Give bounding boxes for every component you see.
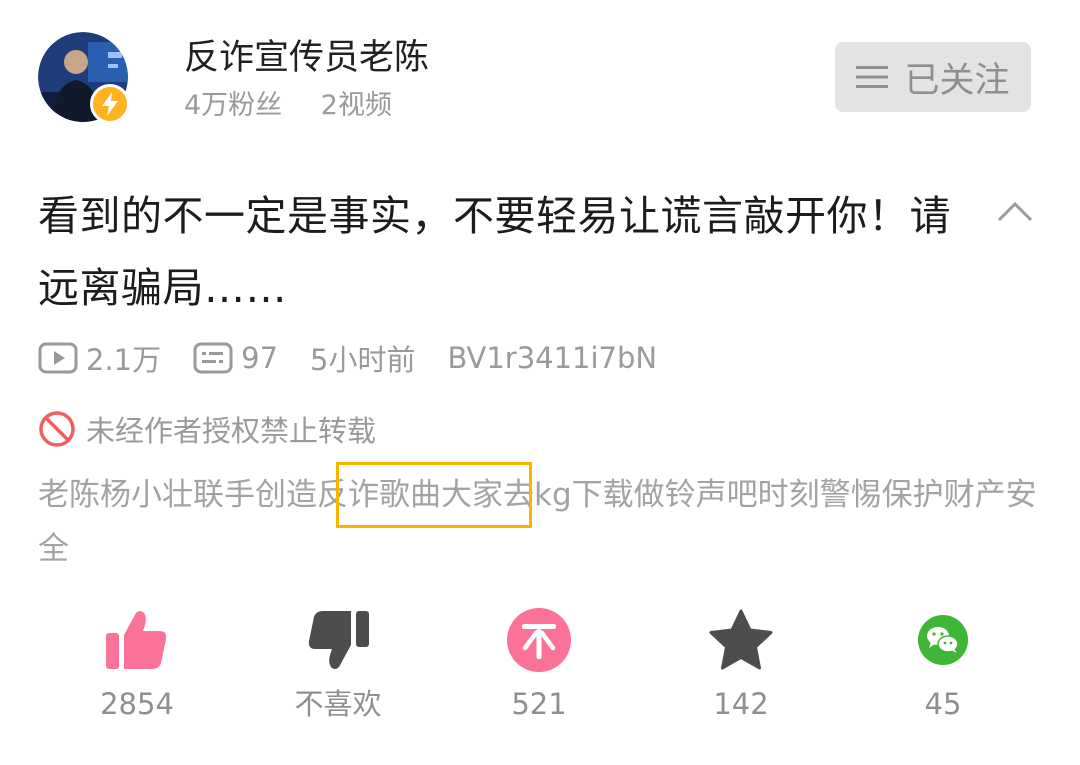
wechat-icon bbox=[917, 600, 969, 680]
like-count: 2854 bbox=[100, 687, 174, 721]
share-count: 45 bbox=[924, 687, 962, 721]
menu-icon bbox=[856, 64, 889, 90]
bvid[interactable]: BV1r3411i7bN bbox=[447, 341, 657, 375]
danmaku-count: 97 bbox=[193, 341, 278, 375]
fans-count: 4万粉丝 bbox=[184, 90, 283, 121]
author-stats: 4万粉丝 2视频 bbox=[184, 88, 392, 124]
thumbs-up-icon bbox=[104, 600, 170, 680]
author-avatar[interactable] bbox=[38, 32, 130, 124]
danmaku-icon bbox=[193, 342, 233, 374]
play-icon bbox=[38, 342, 78, 374]
verified-lightning-icon bbox=[90, 84, 130, 124]
copyright-text: 未经作者授权禁止转载 bbox=[86, 414, 377, 448]
star-icon bbox=[708, 600, 774, 680]
dislike-button[interactable]: 不喜欢 bbox=[263, 600, 413, 724]
favorite-button[interactable]: 142 bbox=[666, 600, 816, 724]
copyright-notice: 未经作者授权禁止转载 bbox=[38, 408, 376, 450]
author-name[interactable]: 反诈宣传员老陈 bbox=[184, 36, 429, 80]
follow-button[interactable]: 已关注 bbox=[835, 42, 1031, 112]
follow-label: 已关注 bbox=[904, 60, 1010, 101]
collapse-chevron-up-icon[interactable] bbox=[995, 192, 1035, 232]
coin-icon bbox=[506, 600, 572, 680]
video-title: 看到的不一定是事实，不要轻易让谎言敲开你！请远离骗局…… bbox=[38, 192, 951, 312]
video-count: 2视频 bbox=[320, 90, 392, 121]
dislike-label: 不喜欢 bbox=[294, 687, 382, 721]
favorite-count: 142 bbox=[713, 687, 769, 721]
forbidden-icon bbox=[39, 411, 75, 447]
share-button[interactable]: 45 bbox=[868, 600, 1018, 724]
coin-button[interactable]: 521 bbox=[464, 600, 614, 724]
video-description: 老陈杨小壮联手创造反诈歌曲大家去kg下载做铃声吧时刻警惕保护财产安全 bbox=[38, 477, 1037, 567]
coin-count: 521 bbox=[511, 687, 567, 721]
video-meta: 2.1万 97 5小时前 BV1r3411i7bN bbox=[38, 336, 657, 380]
publish-time: 5小时前 bbox=[310, 343, 416, 377]
danmaku-count-value: 97 bbox=[241, 341, 279, 375]
play-count-value: 2.1万 bbox=[86, 343, 162, 377]
thumbs-down-icon bbox=[305, 600, 371, 680]
like-button[interactable]: 2854 bbox=[62, 600, 212, 724]
play-count: 2.1万 bbox=[38, 337, 161, 379]
